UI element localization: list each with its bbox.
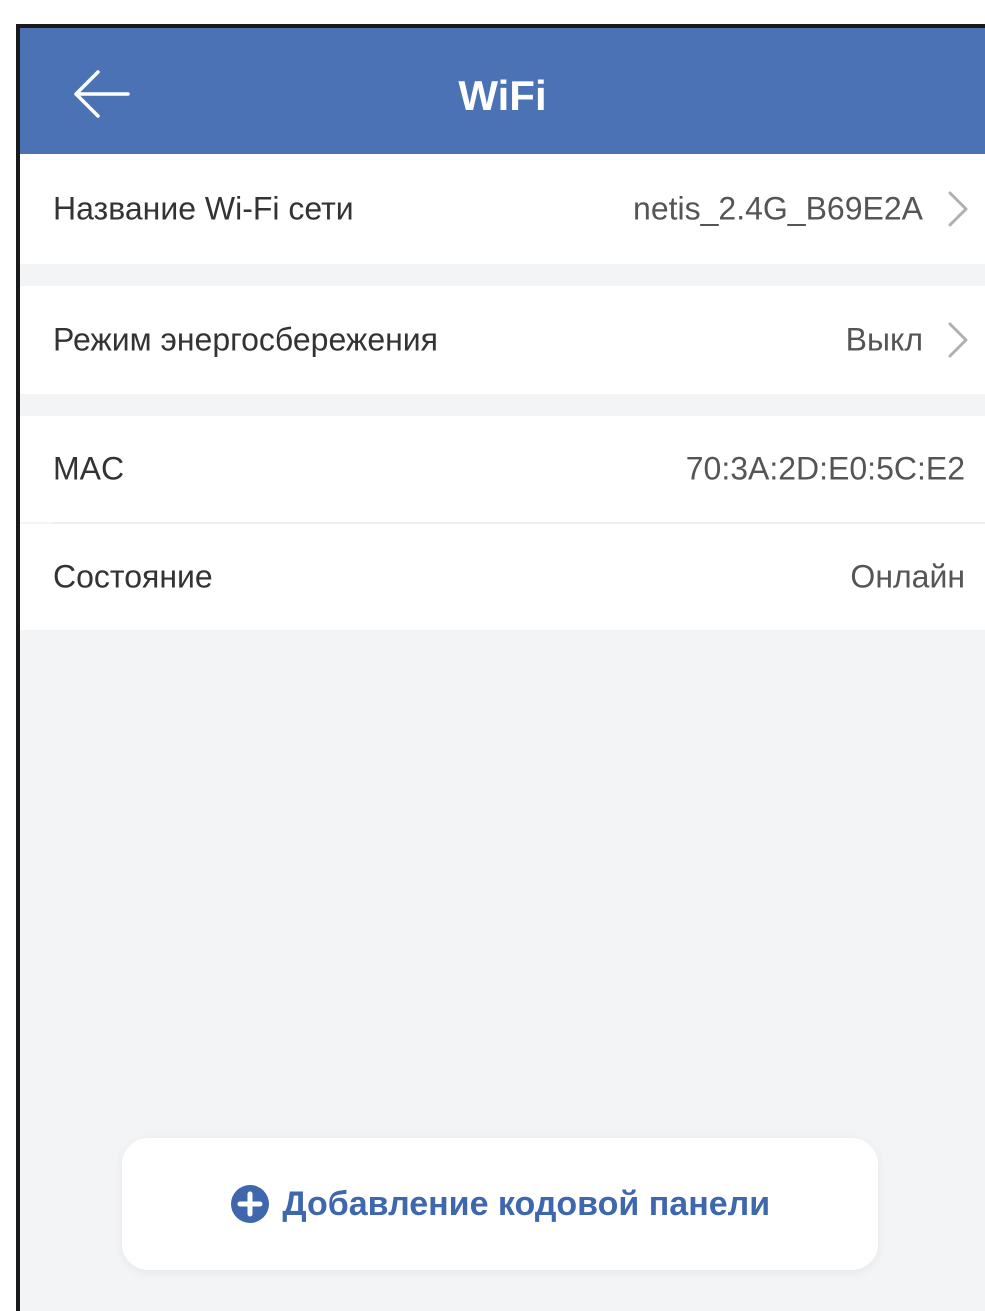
app-header: WiFi xyxy=(20,28,985,154)
mac-row: MAC 70:3A:2D:E0:5C:E2 xyxy=(20,416,985,522)
chevron-right-icon xyxy=(948,191,968,227)
wifi-name-label: Название Wi-Fi сети xyxy=(53,190,354,227)
mac-value: 70:3A:2D:E0:5C:E2 xyxy=(685,450,965,487)
device-frame: WiFi Название Wi-Fi сети netis_2.4G_B69E… xyxy=(0,0,985,1311)
mac-label: MAC xyxy=(53,450,125,487)
plus-circle-icon xyxy=(230,1185,269,1223)
status-value: Онлайн xyxy=(850,558,965,595)
add-keypad-button[interactable]: Добавление кодовой панели xyxy=(122,1138,878,1270)
wifi-name-value: netis_2.4G_B69E2A xyxy=(633,190,923,227)
add-keypad-label: Добавление кодовой панели xyxy=(282,1184,771,1223)
wifi-name-row[interactable]: Название Wi-Fi сети netis_2.4G_B69E2A xyxy=(20,154,985,264)
status-label: Состояние xyxy=(53,558,213,595)
page-title: WiFi xyxy=(458,72,547,119)
power-saving-row[interactable]: Режим энергосбережения Выкл xyxy=(20,286,985,394)
power-saving-label: Режим энергосбережения xyxy=(53,321,438,358)
chevron-right-icon xyxy=(948,322,968,358)
wifi-settings-screen: WiFi Название Wi-Fi сети netis_2.4G_B69E… xyxy=(16,24,985,1311)
power-saving-value: Выкл xyxy=(845,321,923,358)
add-keypad-content: Добавление кодовой панели xyxy=(122,1184,878,1224)
status-row: Состояние Онлайн xyxy=(20,524,985,630)
